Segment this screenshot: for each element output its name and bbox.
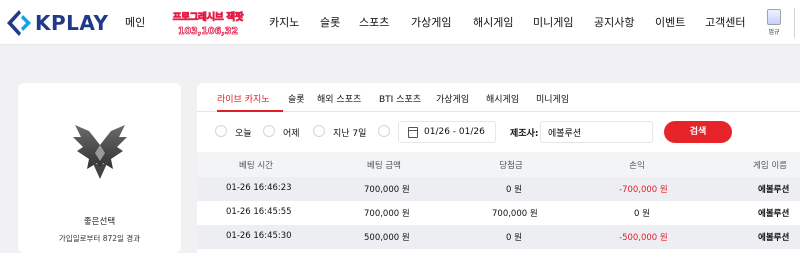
table-row[interactable]: 01-26 16:45:55 700,000 원 700,000 원 0 원 에… <box>197 201 800 225</box>
nav-event[interactable]: 이벤트 <box>655 14 685 30</box>
header-profit-loss: 손익 <box>629 161 645 171</box>
date-range-value: 01/26 - 01/26 <box>424 127 485 137</box>
nav-customer-center[interactable]: 고객센터 <box>705 14 745 30</box>
tab-overseas-sports[interactable]: 해외 스포츠 <box>317 92 361 105</box>
betting-history-panel: 라이브 카지노 슬롯 해외 스포츠 BTI 스포츠 가상게임 해시게임 미니게임… <box>197 83 800 253</box>
nav-sports[interactable]: 스포츠 <box>359 14 389 30</box>
radio-custom-range[interactable] <box>378 125 390 137</box>
header-bet-time: 베팅 시간 <box>239 161 273 171</box>
cell-bet-amount: 700,000 원 <box>364 185 410 195</box>
nav-hash-game[interactable]: 해시게임 <box>473 14 513 30</box>
radio-last-7-days[interactable] <box>313 125 325 137</box>
jackpot-amount: 103,106,32 <box>177 25 239 37</box>
cell-bet-time: 01-26 16:46:23 <box>226 183 292 193</box>
radio-yesterday[interactable] <box>263 125 275 137</box>
nav-mini-game[interactable]: 미니게임 <box>533 14 573 30</box>
cell-profit-loss: -500,000 원 <box>619 233 668 243</box>
maker-label: 제조사: <box>510 129 539 139</box>
cell-bet-amount: 500,000 원 <box>364 233 410 243</box>
cell-game-name: 에볼루션 <box>758 209 790 219</box>
header-game-name: 게임 이름 <box>753 161 787 171</box>
cell-bet-time: 01-26 16:45:55 <box>226 207 292 217</box>
tab-bti-sports[interactable]: BTI 스포츠 <box>379 92 421 105</box>
kplay-logo-icon <box>7 10 31 36</box>
tab-virtual-game[interactable]: 가상게임 <box>436 92 469 105</box>
tab-hash-game[interactable]: 해시게임 <box>486 92 519 105</box>
nav-notice[interactable]: 공지사항 <box>594 14 634 30</box>
tab-mini-game[interactable]: 미니게임 <box>536 92 569 105</box>
date-range-picker[interactable]: 01/26 - 01/26 <box>398 121 496 143</box>
guide-label: 멉규 <box>768 29 780 36</box>
game-category-tabs: 라이브 카지노 슬롯 해외 스포츠 BTI 스포츠 가상게임 해시게임 미니게임 <box>197 83 800 112</box>
progressive-jackpot-banner[interactable]: 프로그레시브 잭팟 103,106,32 <box>163 12 253 37</box>
profile-nickname: 좋은선택 <box>83 217 116 227</box>
cell-game-name: 에볼루션 <box>758 185 790 195</box>
nav-divider <box>794 8 795 38</box>
tab-live-casino[interactable]: 라이브 카지노 <box>217 92 270 105</box>
document-icon <box>767 9 781 25</box>
nav-slot[interactable]: 슬롯 <box>320 14 340 30</box>
cell-profit-loss: -700,000 원 <box>619 185 668 195</box>
cell-winnings: 0 원 <box>506 185 522 195</box>
calendar-icon <box>408 127 418 138</box>
kplay-logo[interactable]: KPLAY <box>6 9 110 37</box>
tab-slot[interactable]: 슬롯 <box>288 92 305 105</box>
cell-winnings: 0 원 <box>506 233 522 243</box>
cell-bet-amount: 700,000 원 <box>364 209 410 219</box>
rank-wings-emblem-icon <box>73 125 127 179</box>
profile-card: 좋은선택 가입일로부터 872일 경과 <box>18 83 181 253</box>
cell-game-name: 에볼루션 <box>758 233 790 243</box>
table-row[interactable]: 01-26 16:45:30 500,000 원 0 원 -500,000 원 … <box>197 225 800 249</box>
nav-main[interactable]: 메인 <box>125 14 145 30</box>
radio-today[interactable] <box>215 125 227 137</box>
cell-winnings: 700,000 원 <box>492 209 538 219</box>
active-tab-indicator <box>217 110 283 112</box>
top-navigation-bar: KPLAY 메인 프로그레시브 잭팟 103,106,32 카지노 슬롯 스포츠… <box>0 0 800 45</box>
radio-last-7-days-label: 지난 7일 <box>333 129 367 139</box>
maker-input[interactable] <box>540 121 653 143</box>
table-header: 베팅 시간 베팅 금액 당첨금 손익 게임 이름 <box>197 152 800 177</box>
header-bet-amount: 베팅 금액 <box>367 161 401 171</box>
header-winnings: 당첨금 <box>499 161 523 171</box>
radio-today-label: 오늘 <box>235 129 252 139</box>
cell-profit-loss: 0 원 <box>634 209 650 219</box>
profile-since: 가입일로부터 872일 경과 <box>58 234 141 243</box>
nav-virtual-game[interactable]: 가상게임 <box>411 14 451 30</box>
radio-yesterday-label: 어제 <box>283 129 300 139</box>
cell-bet-time: 01-26 16:45:30 <box>226 231 292 241</box>
logo-text: KPLAY <box>35 11 109 35</box>
search-button[interactable]: 검색 <box>664 121 732 143</box>
jackpot-title: 프로그레시브 잭팟 <box>172 12 244 23</box>
filter-bar: 오늘 어제 지난 7일 01/26 - 01/26 제조사: 검색 <box>197 113 800 151</box>
nav-casino[interactable]: 카지노 <box>269 14 299 30</box>
table-row[interactable]: 01-26 16:46:23 700,000 원 0 원 -700,000 원 … <box>197 177 800 201</box>
guide-button[interactable]: 멉규 <box>764 9 784 36</box>
